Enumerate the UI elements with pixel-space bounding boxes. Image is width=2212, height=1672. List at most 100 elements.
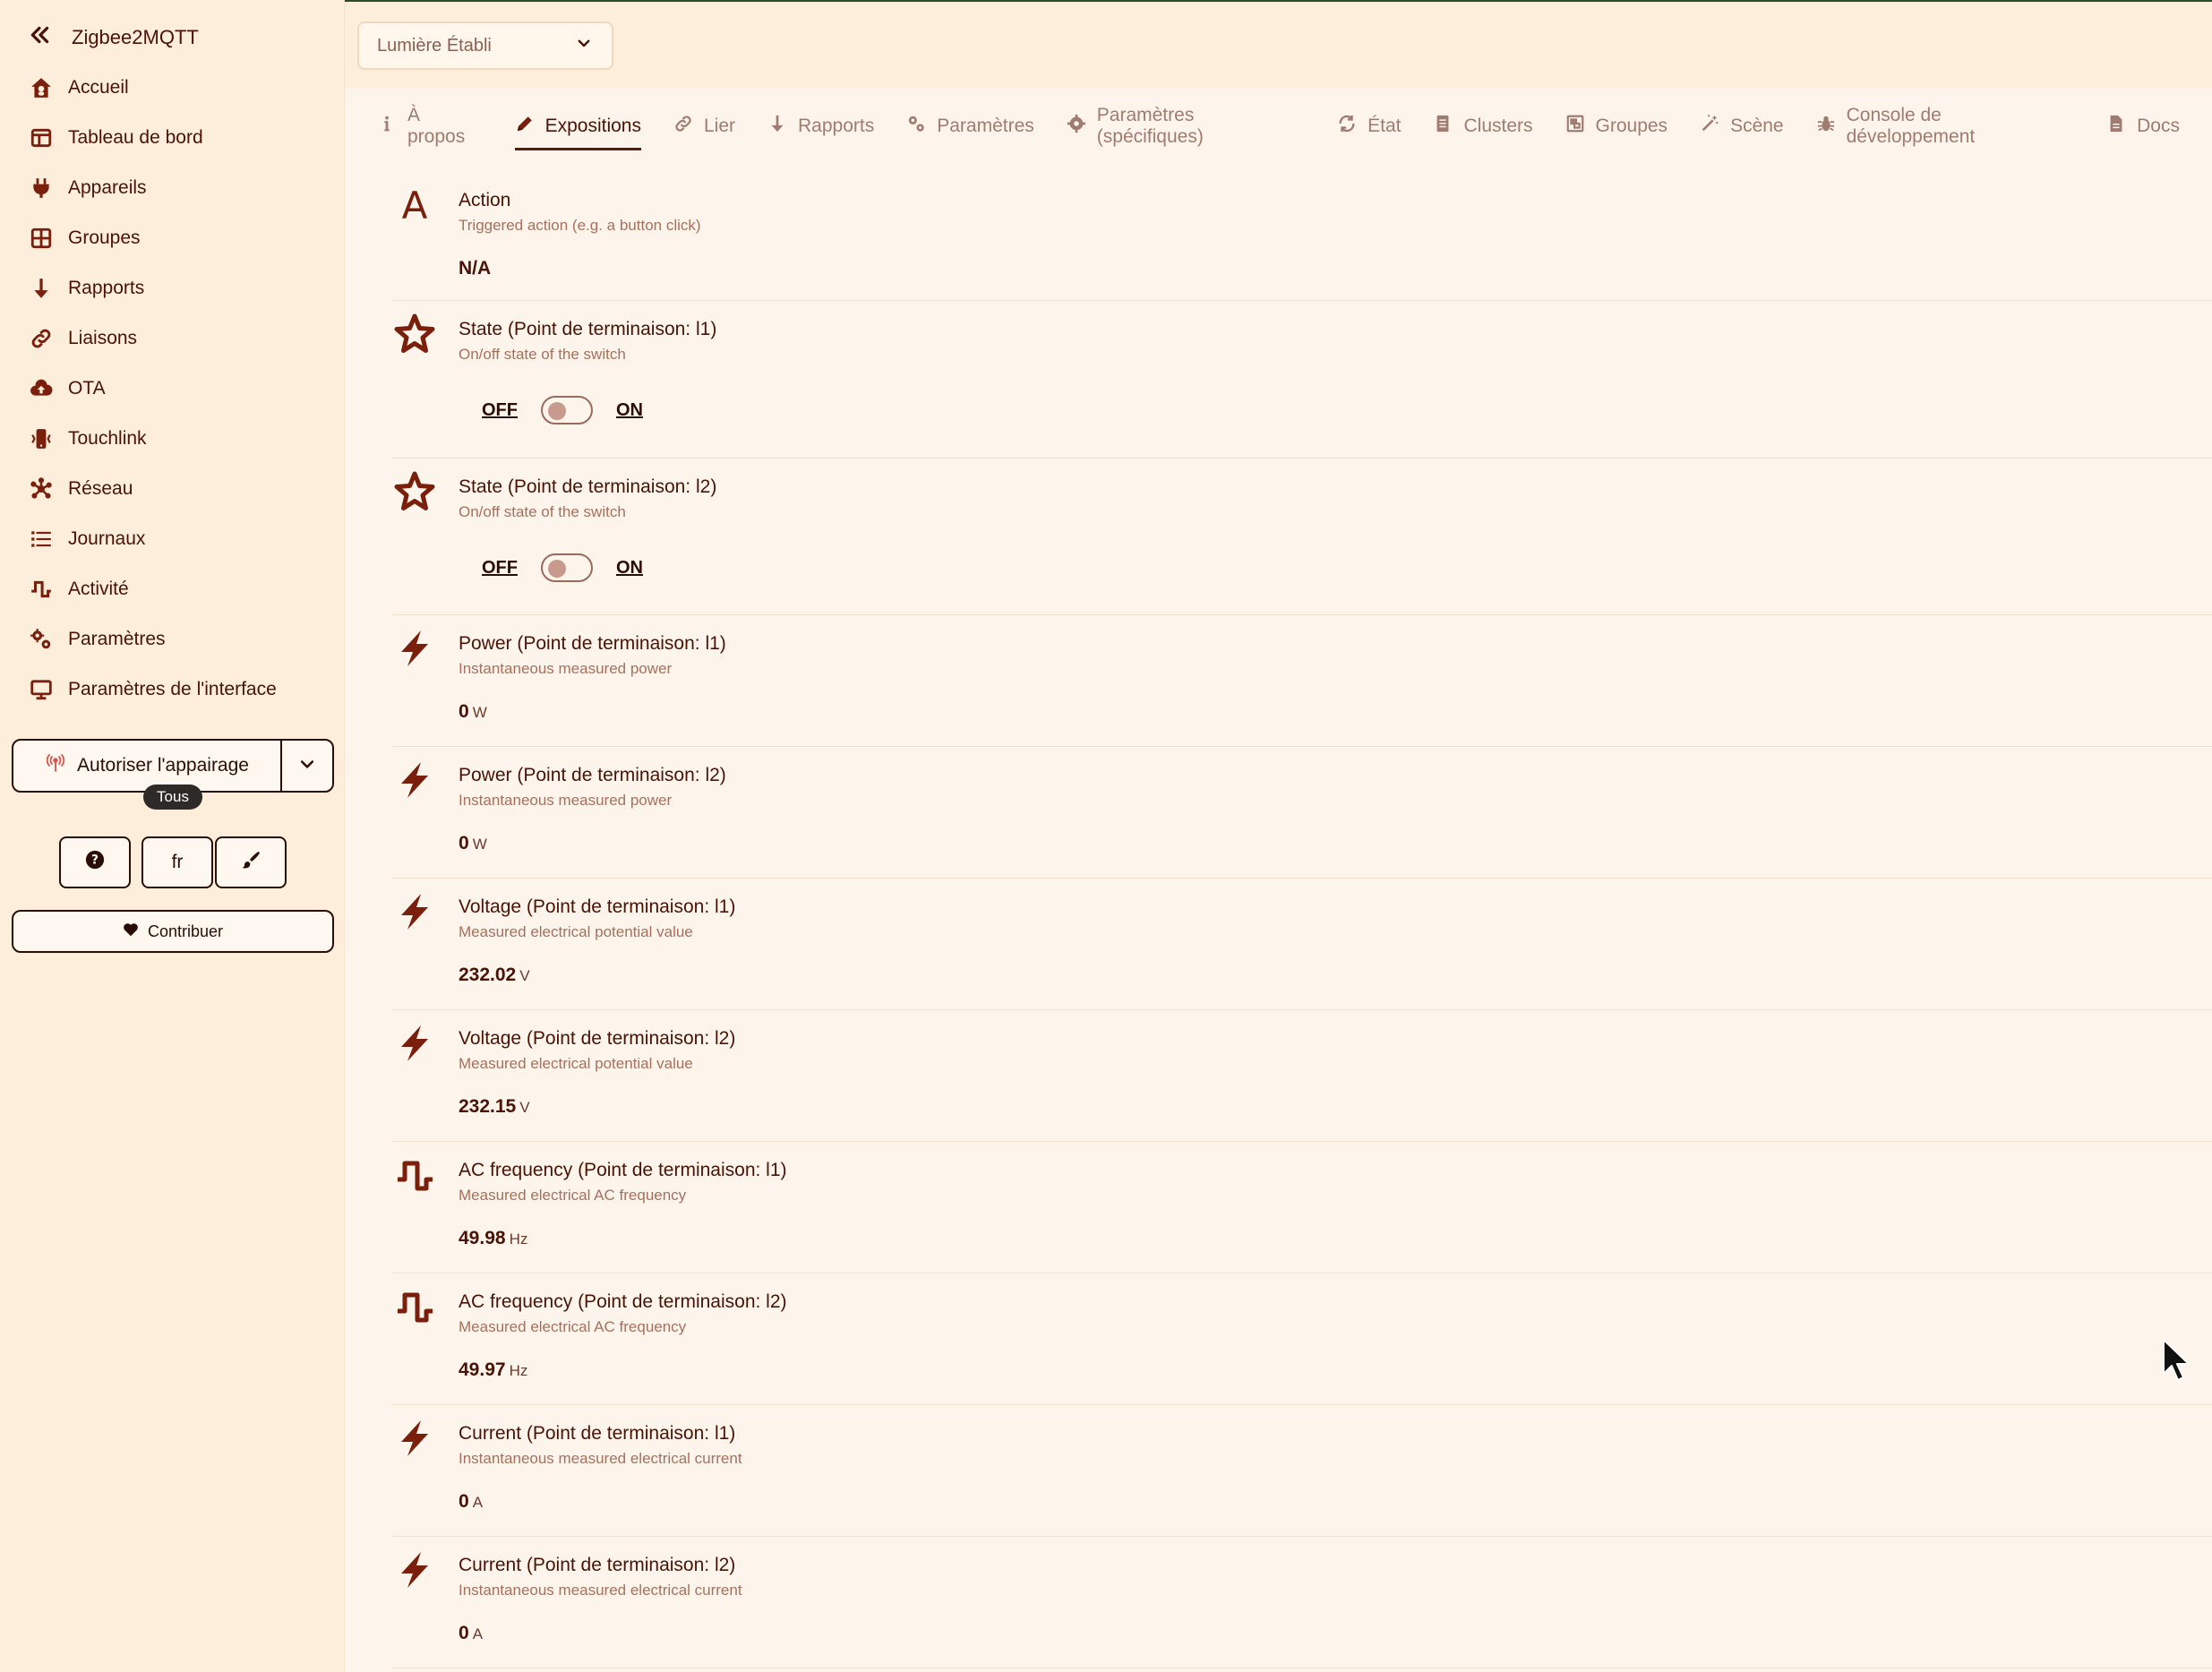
sidebar-item-ota[interactable]: OTA xyxy=(29,364,277,414)
svg-text:?: ? xyxy=(91,853,99,868)
arrow-down-icon xyxy=(29,276,54,301)
tab-settings[interactable]: Paramètres xyxy=(906,97,1034,156)
tab-groups[interactable]: Groupes xyxy=(1565,97,1668,156)
expose-row-current-l2: Current (Point de terminaison: l2) Insta… xyxy=(392,1537,2212,1668)
expose-description: Instantaneous measured electrical curren… xyxy=(459,1582,742,1599)
contribute-button[interactable]: Contribuer xyxy=(12,910,334,953)
contribute-label: Contribuer xyxy=(147,922,224,940)
link-icon xyxy=(29,326,54,351)
sidebar-item-settings[interactable]: Paramètres xyxy=(29,614,277,665)
theme-button[interactable] xyxy=(215,836,287,888)
expose-unit: A xyxy=(472,1494,484,1511)
state-on-button[interactable]: ON xyxy=(616,558,643,579)
sidebar-item-label: Accueil xyxy=(68,77,129,98)
sidebar-item-logs[interactable]: Journaux xyxy=(29,514,277,564)
expose-value-number: 0 xyxy=(459,701,469,722)
sidebar-item-label: Activité xyxy=(68,579,129,599)
expose-row-current-l1: Current (Point de terminaison: l1) Insta… xyxy=(392,1405,2212,1537)
expose-description: On/off state of the switch xyxy=(459,346,626,363)
exposes-list: A Action Triggered action (e.g. a button… xyxy=(392,172,2212,1668)
device-tabs: À propos Expositions Lier Rapports Param… xyxy=(345,97,2212,156)
sidebar-item-devices[interactable]: Appareils xyxy=(29,163,277,213)
language-label: fr xyxy=(171,852,184,872)
bug-icon xyxy=(1816,114,1836,139)
expose-description: Instantaneous measured electrical curren… xyxy=(459,1450,742,1467)
expose-description: Measured electrical AC frequency xyxy=(459,1187,687,1204)
permit-join-dropdown[interactable] xyxy=(282,741,332,791)
tab-label: Scène xyxy=(1730,116,1784,136)
cloud-upload-icon xyxy=(29,376,54,401)
question-icon: ? xyxy=(85,850,105,875)
expose-name: Voltage (Point de terminaison: l1) xyxy=(459,896,736,917)
device-select[interactable]: Lumière Établi xyxy=(357,21,613,70)
state-off-button[interactable]: OFF xyxy=(482,558,518,579)
expose-unit: A xyxy=(472,1625,484,1642)
sidebar-item-network[interactable]: Réseau xyxy=(29,464,277,514)
expose-name: Current (Point de terminaison: l1) xyxy=(459,1423,736,1444)
sidebar-item-activity[interactable]: Activité xyxy=(29,564,277,614)
state-switch[interactable] xyxy=(541,396,593,424)
tab-scene[interactable]: Scène xyxy=(1700,97,1784,156)
sidebar-item-dashboard[interactable]: Tableau de bord xyxy=(29,113,277,163)
expose-value-number: 232.02 xyxy=(459,965,517,985)
bolt-icon xyxy=(394,891,435,932)
expose-unit: Hz xyxy=(509,1230,528,1248)
help-button[interactable]: ? xyxy=(59,836,131,888)
tab-label: Groupes xyxy=(1595,116,1668,136)
expose-unit: V xyxy=(519,1099,530,1116)
expose-row-action: A Action Triggered action (e.g. a button… xyxy=(392,172,2212,301)
tab-label: Lier xyxy=(703,116,736,136)
sidebar-item-touchlink[interactable]: Touchlink xyxy=(29,414,277,464)
expose-value: 232.15 V xyxy=(459,1096,2212,1134)
brand-title: Zigbee2MQTT xyxy=(72,26,199,48)
grid-icon xyxy=(29,226,54,251)
state-off-button[interactable]: OFF xyxy=(482,400,518,421)
bolt-icon xyxy=(394,759,435,801)
tab-label: État xyxy=(1367,116,1402,136)
state-switch[interactable] xyxy=(541,553,593,582)
expose-value: 232.02 V xyxy=(459,965,2212,1002)
tab-dev-console[interactable]: Console de développement xyxy=(1816,97,2075,156)
expose-description: Measured electrical AC frequency xyxy=(459,1318,687,1335)
arrow-down-icon xyxy=(767,114,787,139)
tab-label: À propos xyxy=(407,105,466,147)
plug-icon xyxy=(29,176,54,201)
sidebar-item-label: Liaisons xyxy=(68,328,138,348)
sidebar-item-label: Paramètres de l'interface xyxy=(68,679,277,699)
heart-icon xyxy=(123,922,139,941)
language-button[interactable]: fr xyxy=(141,836,213,888)
sidebar-item-label: Réseau xyxy=(68,478,133,499)
sidebar-brand[interactable]: Zigbee2MQTT xyxy=(29,20,199,56)
tab-exposes[interactable]: Expositions xyxy=(514,97,642,156)
tab-docs[interactable]: Docs xyxy=(2106,97,2180,156)
tab-label: Docs xyxy=(2137,116,2180,136)
tab-settings-specific[interactable]: Paramètres (spécifiques) xyxy=(1067,97,1305,156)
tab-label: Rapports xyxy=(798,116,875,136)
tab-about[interactable]: À propos xyxy=(377,97,483,156)
state-on-button[interactable]: ON xyxy=(616,400,643,421)
expose-value: 49.97 Hz xyxy=(459,1359,2212,1397)
mouse-cursor-icon xyxy=(2162,1338,2192,1387)
sidebar-item-accueil[interactable]: Accueil xyxy=(29,63,277,113)
expose-name: AC frequency (Point de terminaison: l1) xyxy=(459,1160,787,1180)
monitor-icon xyxy=(29,677,54,702)
mobile-icon xyxy=(29,426,54,451)
sidebar-nav: Accueil Tableau de bord Appareils Groupe… xyxy=(29,63,277,715)
permit-join-target-badge: Tous xyxy=(143,785,202,810)
sidebar-item-frontend-settings[interactable]: Paramètres de l'interface xyxy=(29,665,277,715)
network-icon xyxy=(29,476,54,502)
expose-name: Power (Point de terminaison: l2) xyxy=(459,765,726,785)
tab-state[interactable]: État xyxy=(1337,97,1401,156)
star-icon xyxy=(394,471,435,512)
sidebar-item-groups[interactable]: Groupes xyxy=(29,213,277,263)
tab-bind[interactable]: Lier xyxy=(673,97,735,156)
sidebar-item-bindings[interactable]: Liaisons xyxy=(29,313,277,364)
tab-clusters[interactable]: Clusters xyxy=(1433,97,1533,156)
sidebar-item-reports[interactable]: Rapports xyxy=(29,263,277,313)
expose-row-state-l2: State (Point de terminaison: l2) On/off … xyxy=(392,459,2212,615)
double-chevron-left-icon[interactable] xyxy=(29,23,52,52)
tab-reporting[interactable]: Rapports xyxy=(767,97,874,156)
expose-name: State (Point de terminaison: l1) xyxy=(459,319,717,339)
expose-row-ac-frequency-l1: AC frequency (Point de terminaison: l1) … xyxy=(392,1142,2212,1273)
permit-join-button[interactable]: Autoriser l'appairage xyxy=(13,741,282,791)
